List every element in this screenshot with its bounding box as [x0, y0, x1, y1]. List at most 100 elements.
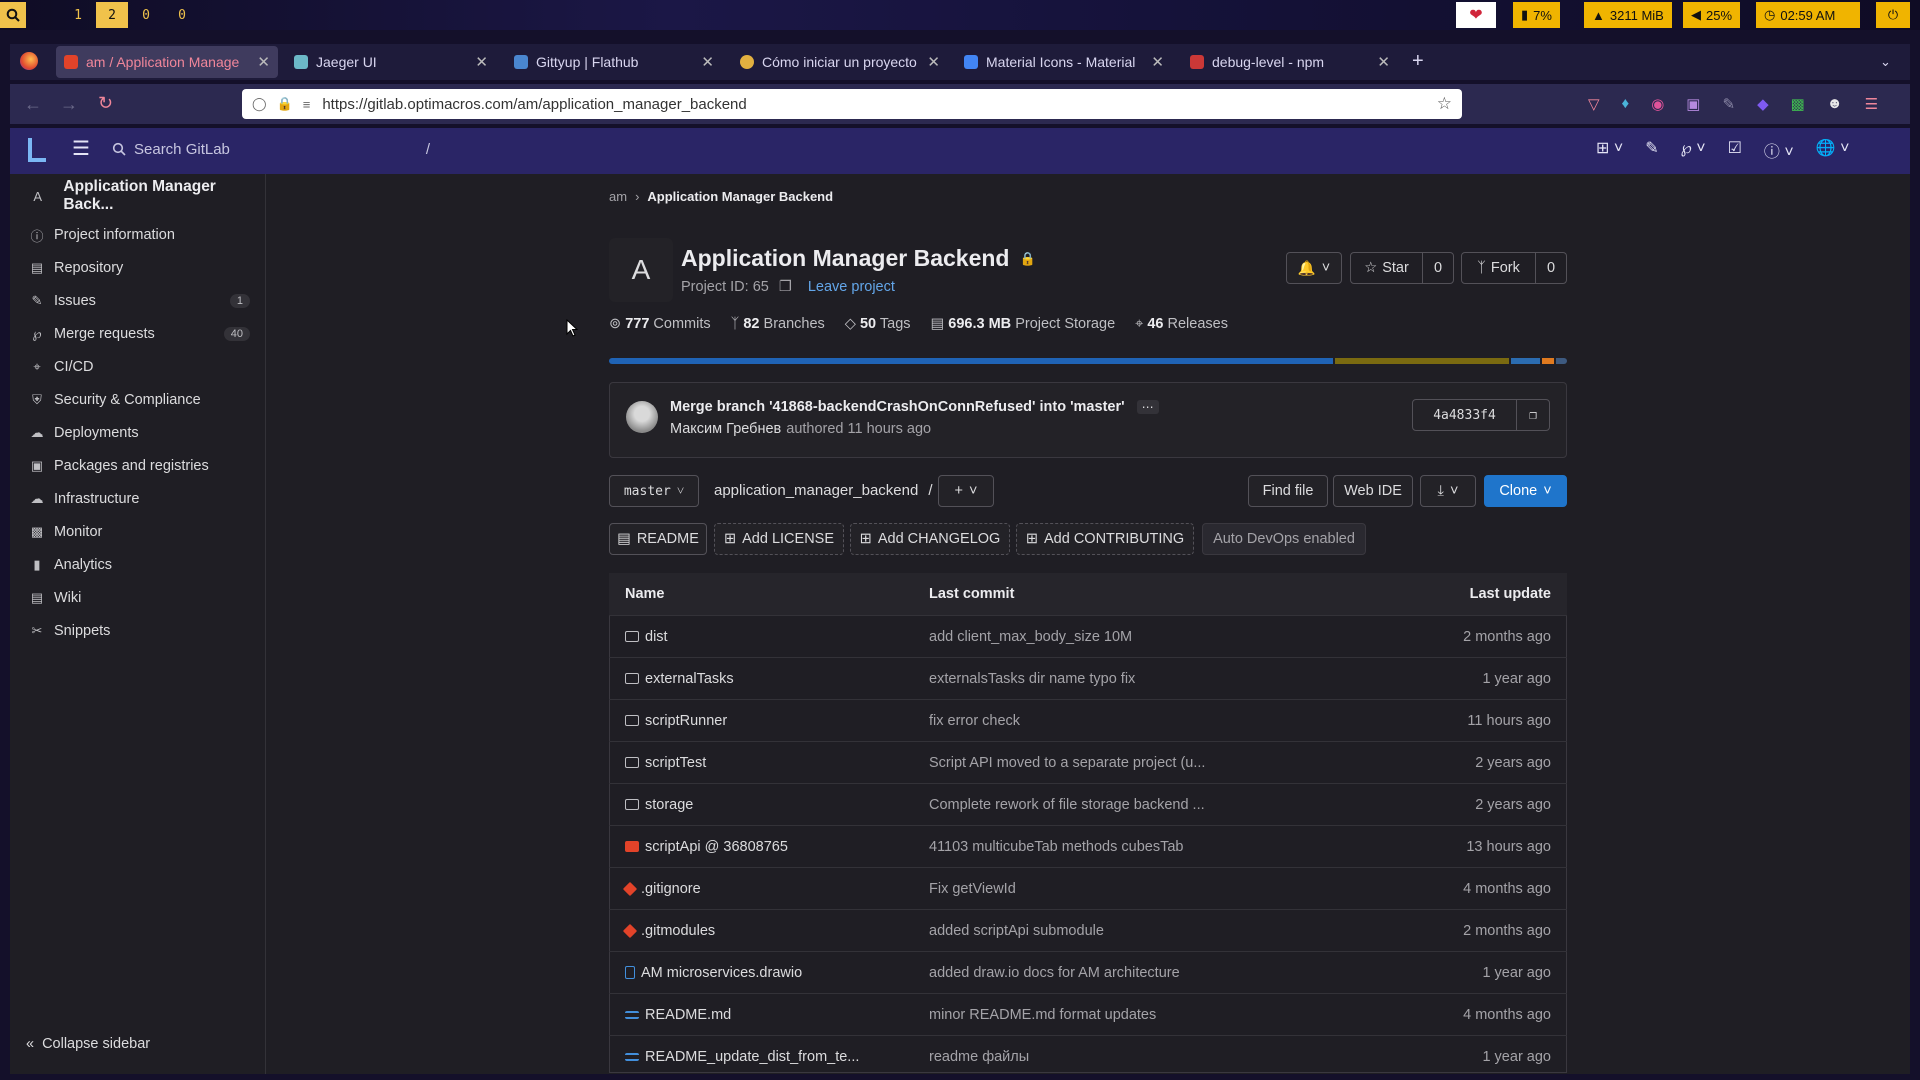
- url-bar[interactable]: ◯ 🔒 ≡ https://gitlab.optimacros.com/am/a…: [242, 89, 1462, 119]
- extension-droplet-icon[interactable]: ♦: [1622, 95, 1630, 113]
- language-segment[interactable]: [1542, 358, 1554, 364]
- language-segment[interactable]: [1555, 358, 1567, 364]
- close-tab-icon[interactable]: ✕: [475, 53, 488, 71]
- author-avatar[interactable]: [626, 401, 658, 433]
- file-last-commit[interactable]: externalsTasks dir name typo fix: [929, 671, 1389, 687]
- file-last-commit[interactable]: readme файлы: [929, 1049, 1389, 1065]
- star-button[interactable]: ☆ Star: [1351, 253, 1423, 283]
- branch-selector[interactable]: master ˅: [609, 475, 699, 507]
- close-tab-icon[interactable]: ✕: [1377, 53, 1390, 71]
- commit-sha[interactable]: 4a4833f4: [1413, 400, 1517, 430]
- table-row[interactable]: scriptRunner fix error check 11 hours ago: [609, 699, 1567, 741]
- download-dropdown[interactable]: ⤓ ˅: [1420, 475, 1476, 507]
- file-last-commit[interactable]: added scriptApi submodule: [929, 923, 1389, 939]
- file-last-commit[interactable]: minor README.md format updates: [929, 1007, 1389, 1023]
- lock-icon[interactable]: 🔒: [277, 96, 293, 112]
- browser-menu-icon[interactable]: ☰: [1865, 95, 1878, 113]
- heart-icon[interactable]: ❤: [1456, 2, 1496, 28]
- gitlab-logo-icon[interactable]: [28, 138, 46, 162]
- auto-devops-button[interactable]: Auto DevOps enabled: [1202, 523, 1366, 555]
- extension-face-icon[interactable]: ☻: [1827, 95, 1843, 113]
- sidebar-item-snippets[interactable]: ✂ Snippets: [24, 616, 250, 646]
- ellipsis-toggle-icon[interactable]: ⋯: [1136, 400, 1159, 414]
- sidebar-item-repository[interactable]: ▤ Repository: [24, 253, 250, 283]
- add-license-button[interactable]: ⊞ Add LICENSE: [714, 523, 844, 555]
- bookmark-star-icon[interactable]: ☆: [1437, 94, 1452, 114]
- star-count[interactable]: 0: [1423, 253, 1453, 283]
- table-row[interactable]: AM microservices.drawio added draw.io doc…: [609, 951, 1567, 993]
- file-name[interactable]: README.md: [645, 1007, 731, 1023]
- file-name[interactable]: README_update_dist_from_te...: [645, 1049, 859, 1065]
- file-last-commit[interactable]: Complete rework of file storage backend …: [929, 797, 1389, 813]
- table-row[interactable]: README.md minor README.md format updates 4…: [609, 993, 1567, 1035]
- tab-material-icons[interactable]: Material Icons - Material ✕: [956, 46, 1172, 78]
- releases-stat[interactable]: ⌖ 46 Releases: [1135, 316, 1228, 332]
- close-tab-icon[interactable]: ✕: [257, 53, 270, 71]
- back-icon[interactable]: ←: [24, 94, 42, 115]
- sidebar-item-analytics[interactable]: ▮ Analytics: [24, 550, 250, 580]
- sidebar-item-deployments[interactable]: ☁ Deployments: [24, 418, 250, 448]
- file-name[interactable]: dist: [645, 629, 668, 645]
- sidebar-item-wiki[interactable]: ▤ Wiki: [24, 583, 250, 613]
- tab-gittyup[interactable]: Gittyup | Flathub ✕: [506, 46, 722, 78]
- sidebar-item-merge-requests[interactable]: ℘ Merge requests 40: [24, 319, 250, 349]
- file-name[interactable]: .gitmodules: [641, 923, 715, 939]
- repository-languages-bar[interactable]: [609, 358, 1567, 364]
- language-segment[interactable]: [1334, 358, 1509, 364]
- shield-icon[interactable]: ◯: [252, 96, 267, 112]
- web-ide-button[interactable]: Web IDE: [1333, 475, 1413, 507]
- issues-header-icon[interactable]: ✎: [1645, 138, 1658, 162]
- merge-requests-header-icon[interactable]: ℘ ˅: [1681, 138, 1706, 162]
- file-last-commit[interactable]: 41103 multicubeTab methods cubesTab: [929, 839, 1389, 855]
- power-icon[interactable]: ⏻: [1876, 2, 1910, 28]
- tab-jaeger[interactable]: Jaeger UI ✕: [286, 46, 496, 78]
- launcher-search-icon[interactable]: [0, 2, 26, 28]
- table-row[interactable]: storage Complete rework of file storage b…: [609, 783, 1567, 825]
- permissions-icon[interactable]: ≡: [303, 97, 311, 112]
- workspace-2[interactable]: 2: [96, 2, 128, 28]
- reload-icon[interactable]: ↻: [98, 93, 113, 114]
- table-row[interactable]: scriptTest Script API moved to a separate…: [609, 741, 1567, 783]
- extension-pen-icon[interactable]: ✎: [1722, 95, 1735, 113]
- tab-npm[interactable]: debug-level - npm ✕: [1182, 46, 1398, 78]
- file-name[interactable]: externalTasks: [645, 671, 734, 687]
- extension-square-icon[interactable]: ▩: [1791, 95, 1805, 113]
- sidebar-item-project-information[interactable]: ⓘ Project information: [24, 220, 250, 250]
- tab-gitlab[interactable]: am / Application Manage ✕: [56, 46, 278, 78]
- tags-stat[interactable]: ◇ 50 Tags: [845, 316, 911, 332]
- extension-badge-icon[interactable]: ◆: [1757, 95, 1769, 113]
- find-file-button[interactable]: Find file: [1248, 475, 1328, 507]
- branches-stat[interactable]: ᛉ 82 Branches: [731, 316, 825, 332]
- new-tab-icon[interactable]: +: [1412, 50, 1424, 73]
- sidebar-item-monitor[interactable]: ▩ Monitor: [24, 517, 250, 547]
- sidebar-item-infrastructure[interactable]: ☁ Infrastructure: [24, 484, 250, 514]
- readme-button[interactable]: ▤ README: [609, 523, 707, 555]
- sidebar-item-issues[interactable]: ✎ Issues 1: [24, 286, 250, 316]
- workspace-1[interactable]: 1: [62, 2, 94, 28]
- file-last-commit[interactable]: added draw.io docs for AM architecture: [929, 965, 1389, 981]
- fork-count[interactable]: 0: [1536, 253, 1566, 283]
- add-contributing-button[interactable]: ⊞ Add CONTRIBUTING: [1016, 523, 1194, 555]
- fork-button[interactable]: ᛉ Fork: [1462, 253, 1536, 283]
- commit-message[interactable]: Merge branch '41868-backendCrashOnConnRe…: [670, 399, 1125, 415]
- user-avatar[interactable]: 🌐 ˅: [1816, 138, 1850, 162]
- table-row[interactable]: scriptApi @ 36808765 41103 multicubeTab m…: [609, 825, 1567, 867]
- file-name[interactable]: scriptApi @ 36808765: [645, 839, 788, 855]
- file-last-commit[interactable]: add client_max_body_size 10M: [929, 629, 1389, 645]
- storage-stat[interactable]: ▤ 696.3 MB Project Storage: [931, 316, 1116, 332]
- extension-w-icon[interactable]: ◉: [1651, 95, 1664, 113]
- close-tab-icon[interactable]: ✕: [701, 53, 714, 71]
- file-name[interactable]: .gitignore: [641, 881, 701, 897]
- close-tab-icon[interactable]: ✕: [1151, 53, 1164, 71]
- table-row[interactable]: .gitignore Fix getViewId 4 months ago: [609, 867, 1567, 909]
- file-name[interactable]: AM microservices.drawio: [641, 965, 802, 981]
- pocket-icon[interactable]: ▽: [1588, 95, 1600, 113]
- add-changelog-button[interactable]: ⊞ Add CHANGELOG: [850, 523, 1010, 555]
- sidebar-project-header[interactable]: A Application Manager Back...: [28, 178, 264, 213]
- tab-list-chevron-icon[interactable]: ⌄: [1880, 54, 1891, 70]
- sidebar-item-ci-cd[interactable]: ⌖ CI/CD: [24, 352, 250, 382]
- hamburger-menu-icon[interactable]: ☰: [72, 136, 90, 161]
- language-segment[interactable]: [609, 358, 1333, 364]
- workspace-3[interactable]: 0: [130, 2, 162, 28]
- file-name[interactable]: storage: [645, 797, 693, 813]
